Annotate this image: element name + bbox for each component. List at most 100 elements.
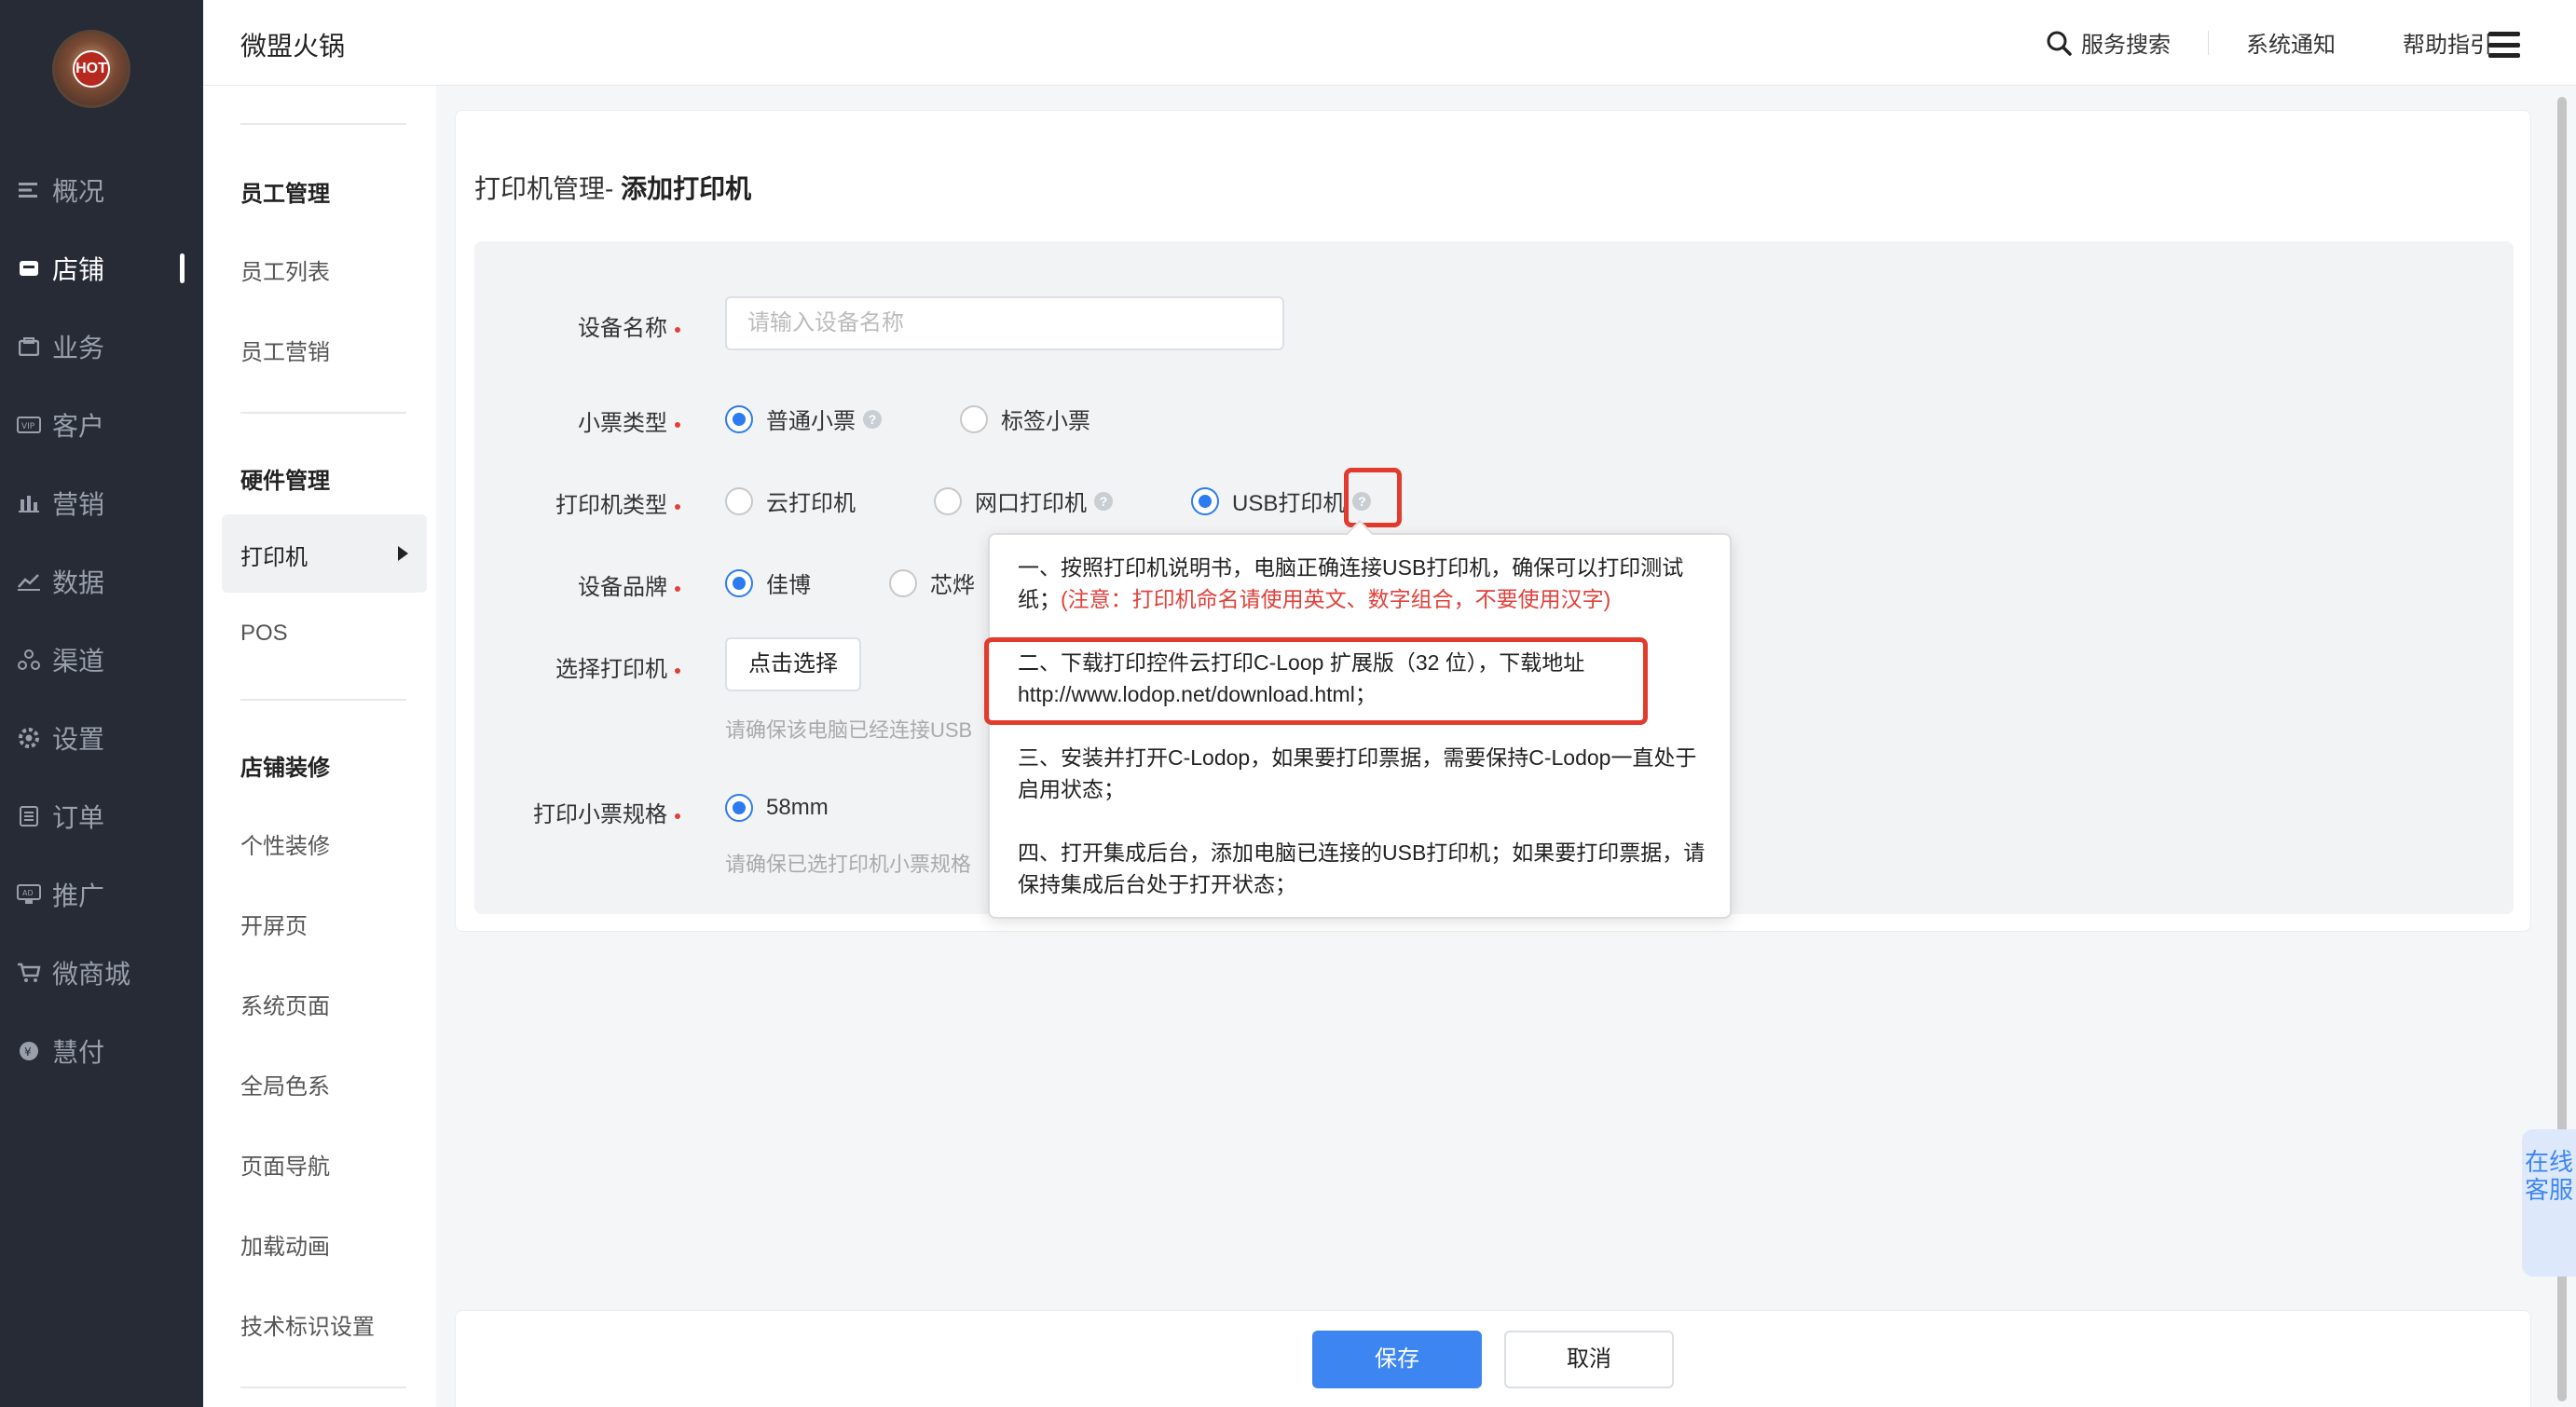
sidebar-item-settings[interactable]: 设置	[0, 710, 203, 766]
help-icon[interactable]: ?	[863, 409, 882, 429]
cancel-button[interactable]: 取消	[1504, 1331, 1674, 1388]
sidebar-item-label: 订单	[52, 803, 105, 832]
online-service-button[interactable]: 在线客服	[2522, 1129, 2576, 1277]
subnav-item-page-nav[interactable]: 页面导航	[240, 1148, 330, 1181]
sidebar-item-label: 业务	[52, 334, 105, 362]
highlight-box	[1344, 468, 1402, 527]
store-icon	[17, 256, 41, 280]
highlight-box	[984, 637, 1648, 725]
radio-label: 佳博	[766, 573, 811, 598]
printer-type-cloud-radio[interactable]: 云打印机	[725, 485, 856, 517]
ticket-type-label: 小票类型	[578, 404, 680, 437]
sidebar-item-mall[interactable]: 微商城	[0, 945, 203, 1001]
help-guide-link[interactable]: 帮助指引	[2403, 26, 2492, 59]
system-notice-link[interactable]: 系统通知	[2246, 26, 2336, 59]
subnav-item-system-pages[interactable]: 系统页面	[240, 988, 330, 1020]
subnav-item-printer[interactable]: 打印机	[222, 514, 427, 593]
cart-icon	[17, 961, 41, 985]
subnav-item-staff-list[interactable]: 员工列表	[240, 253, 330, 286]
app-title: 微盟火锅	[240, 32, 346, 61]
sidebar-item-pay[interactable]: ¥ 慧付	[0, 1023, 203, 1079]
menu-icon[interactable]	[2488, 32, 2520, 58]
usb-help-popover: 一、按照打印机说明书，电脑正确连接USB打印机，确保可以打印测试纸；(注意：打印…	[988, 519, 1732, 919]
help-icon[interactable]: ?	[1094, 491, 1113, 511]
sidebar-item-data[interactable]: 数据	[0, 553, 203, 609]
sidebar-item-label: 数据	[52, 568, 105, 597]
sidebar-item-label: 概况	[52, 177, 105, 206]
sidebar-item-order[interactable]: 订单	[0, 788, 203, 844]
subnav-item-loading-anim[interactable]: 加载动画	[240, 1228, 330, 1261]
paper-spec-hint: 请确保已选打印机小票规格	[725, 853, 972, 876]
channel-icon	[17, 648, 41, 672]
ticket-type-label-radio[interactable]: 标签小票	[960, 403, 1090, 435]
paper-spec-label: 打印小票规格	[533, 796, 680, 828]
sidebar-item-label: 推广	[52, 881, 105, 910]
sidebar-item-overview[interactable]: 概况	[0, 162, 203, 218]
radio-circle	[934, 486, 962, 515]
radio-circle	[725, 404, 753, 433]
subnav-item-custom-decor[interactable]: 个性装修	[240, 827, 330, 860]
sidebar-item-label: 客户	[52, 412, 105, 441]
step-1-warning: (注意：打印机命名请使用英文、数字组合，不要使用汉字)	[1061, 587, 1611, 611]
popover-step-1: 一、按照打印机说明书，电脑正确连接USB打印机，确保可以打印测试纸；(注意：打印…	[1018, 552, 1707, 615]
sidebar-item-label: 慧付	[52, 1038, 105, 1067]
divider	[2208, 30, 2209, 55]
vip-icon: VIP	[17, 413, 41, 437]
subnav-group-title: 店铺装修	[240, 756, 330, 781]
subnav-item-label: 打印机	[240, 545, 308, 570]
active-indicator	[180, 253, 185, 283]
brand-xprinter-radio[interactable]: 芯烨	[889, 567, 975, 599]
sidebar-item-label: 设置	[52, 725, 105, 754]
radio-circle	[1191, 486, 1219, 515]
radio-circle	[725, 794, 753, 822]
settings-icon	[17, 726, 41, 750]
sidebar-item-channel[interactable]: 渠道	[0, 632, 203, 688]
sidebar-item-promotion[interactable]: AD 推广	[0, 867, 203, 922]
subnav-item-tech-mark[interactable]: 技术标识设置	[240, 1308, 375, 1341]
ad-icon: AD	[17, 882, 41, 907]
radio-label: 云打印机	[766, 491, 856, 516]
divider	[240, 699, 406, 701]
subnav-item-pos[interactable]: POS	[240, 621, 288, 647]
select-printer-button[interactable]: 点击选择	[725, 637, 861, 691]
overview-icon	[17, 178, 41, 202]
popover-step-3: 三、安装并打开C-Lodop，如果要打印票据，需要保持C-Lodop一直处于启用…	[1018, 745, 1697, 801]
device-name-input[interactable]: 请输入设备名称	[725, 296, 1284, 350]
brand-logo[interactable]: HOT	[52, 30, 130, 108]
order-icon	[17, 804, 41, 828]
sidebar-item-business[interactable]: 业务	[0, 319, 203, 375]
sidebar-item-label: 渠道	[52, 647, 105, 676]
service-search-link[interactable]: 服务搜索	[2046, 26, 2171, 59]
divider	[240, 123, 406, 125]
header-links: 服务搜索 系统通知 帮助指引	[2046, 26, 2492, 59]
paper-spec-58mm-radio[interactable]: 58mm	[725, 794, 829, 822]
save-button[interactable]: 保存	[1312, 1331, 1482, 1388]
subnav-item-global-color[interactable]: 全局色系	[240, 1068, 330, 1100]
pay-icon: ¥	[17, 1039, 41, 1063]
brand-label: 设备品牌	[578, 568, 680, 601]
footer-bar	[455, 1310, 2531, 1407]
device-name-label: 设备名称	[578, 309, 680, 342]
printer-type-label: 打印机类型	[555, 486, 680, 519]
sidebar-item-store[interactable]: 店铺	[0, 240, 203, 296]
radio-label: 标签小票	[1001, 409, 1090, 434]
radio-label: USB打印机	[1232, 491, 1346, 516]
radio-label: 网口打印机	[975, 491, 1087, 516]
printer-type-network-radio[interactable]: 网口打印机 ?	[934, 485, 1113, 517]
popover-step-4: 四、打开集成后台，添加电脑已连接的USB打印机；如果要打印票据，请保持集成后台处…	[1018, 840, 1706, 896]
sidebar-item-customer[interactable]: VIP 客户	[0, 397, 203, 453]
business-icon	[17, 335, 41, 359]
svg-text:VIP: VIP	[21, 422, 35, 431]
search-icon	[2046, 30, 2072, 56]
sidebar-item-marketing[interactable]: 营销	[0, 475, 203, 531]
secondary-sidebar: 员工管理 员工列表 员工营销 硬件管理 打印机 POS 店铺装修 个性装修 开屏…	[203, 0, 436, 1407]
select-printer-label: 选择打印机	[555, 650, 680, 683]
brand-gainscha-radio[interactable]: 佳博	[725, 567, 811, 599]
subnav-item-splash[interactable]: 开屏页	[240, 908, 308, 940]
radio-label: 普通小票	[766, 409, 856, 434]
ticket-type-normal-radio[interactable]: 普通小票 ?	[725, 403, 882, 435]
subnav-item-staff-marketing[interactable]: 员工营销	[240, 334, 330, 366]
divider	[240, 1387, 406, 1388]
data-icon	[17, 569, 41, 594]
page-title-text: 添加打印机	[621, 174, 752, 203]
